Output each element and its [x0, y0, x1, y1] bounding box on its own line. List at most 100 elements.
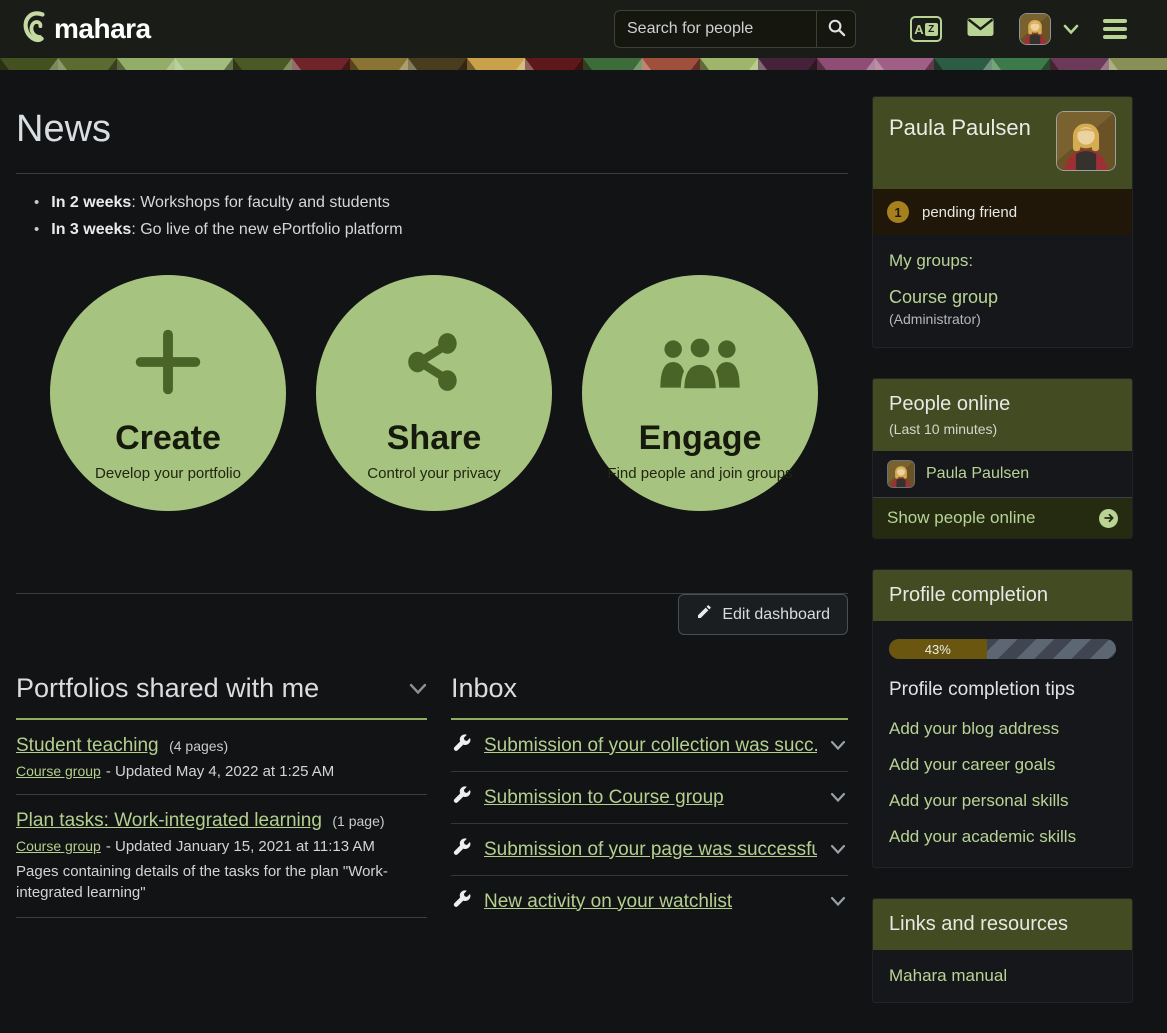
portfolio-page-count: (1 page) [332, 813, 384, 829]
inbox-block: Inbox Submission of your collection was … [451, 673, 848, 927]
wrench-icon [453, 838, 471, 861]
mahara-koru-icon [20, 6, 50, 53]
hamburger-icon [1103, 19, 1127, 23]
portfolios-chevron-down-icon[interactable] [409, 683, 427, 695]
news-divider [16, 173, 848, 174]
user-menu-avatar[interactable] [1019, 13, 1051, 45]
inbox-list-item: Submission of your page was successful [451, 824, 848, 876]
page-layout: News In 2 weeks: Workshops for faculty a… [0, 70, 1167, 1033]
top-navigation-bar: mahara A Z [0, 0, 1167, 58]
group-link[interactable]: Course group [889, 287, 1116, 308]
search-input[interactable] [614, 10, 816, 48]
messages-button[interactable] [966, 15, 995, 44]
mahara-logo[interactable]: mahara [20, 6, 151, 53]
my-groups-heading: My groups: [889, 251, 1116, 271]
pending-friend-row[interactable]: 1 pending friend [873, 189, 1132, 235]
portfolio-group-link[interactable]: Course group [16, 838, 101, 854]
tip-link-personal-skills[interactable]: Add your personal skills [889, 791, 1116, 811]
share-circle-button[interactable]: Share Control your privacy [316, 275, 552, 511]
translate-button[interactable]: A Z [910, 16, 942, 42]
portfolio-list-item: Plan tasks: Work-integrated learning (1 … [16, 795, 427, 918]
inbox-chevron-down-icon[interactable] [830, 844, 846, 855]
engage-label: Engage [582, 419, 818, 458]
news-item: In 3 weeks: Go live of the new ePortfoli… [34, 221, 848, 239]
strip-segment [1109, 58, 1167, 70]
edit-dashboard-button[interactable]: Edit dashboard [678, 594, 848, 635]
my-groups-section: My groups: Course group (Administrator) [873, 235, 1132, 347]
create-circle-button[interactable]: Create Develop your portfolio [50, 275, 286, 511]
plus-icon [50, 319, 286, 405]
search-icon [827, 18, 846, 40]
dashboard-toolbar: Edit dashboard [16, 593, 848, 635]
news-item: In 2 weeks: Workshops for faculty and st… [34, 194, 848, 212]
user-avatar-image [1020, 14, 1050, 44]
inbox-message-link[interactable]: Submission to Course group [484, 787, 817, 809]
profile-completion-card: Profile completion 43% Profile completio… [872, 569, 1133, 868]
portfolios-shared-title: Portfolios shared with me [16, 673, 319, 704]
inbox-message-link[interactable]: Submission of your collection was succ..… [484, 735, 817, 757]
portfolio-list-item: Student teaching (4 pages) Course group-… [16, 720, 427, 795]
portfolio-link[interactable]: Plan tasks: Work-integrated learning [16, 810, 322, 831]
pencil-icon [696, 604, 712, 625]
sidebar: Paula Paulsen 1 [872, 96, 1133, 1033]
online-person-link[interactable]: Paula Paulsen [926, 465, 1029, 483]
inbox-title: Inbox [451, 673, 517, 704]
share-label: Share [316, 419, 552, 458]
decorative-strip [0, 58, 1167, 70]
profile-completion-progressbar: 43% [889, 639, 1116, 659]
portfolio-updated: - Updated May 4, 2022 at 1:25 AM [106, 763, 334, 780]
wrench-icon [453, 890, 471, 913]
people-online-subtitle: (Last 10 minutes) [889, 421, 1116, 437]
edit-dashboard-label: Edit dashboard [722, 606, 830, 624]
progress-percent-label: 43% [925, 642, 951, 657]
share-sublabel: Control your privacy [316, 465, 552, 482]
inbox-message-link[interactable]: New activity on your watchlist [484, 891, 817, 913]
profile-completion-title: Profile completion [889, 584, 1116, 607]
arrow-right-icon [1099, 509, 1118, 528]
create-label: Create [50, 419, 286, 458]
profile-avatar[interactable] [1056, 111, 1116, 171]
people-online-header: People online (Last 10 minutes) [873, 379, 1132, 451]
page-title: News [16, 108, 848, 151]
profile-completion-header: Profile completion [873, 570, 1132, 621]
search-button[interactable] [816, 10, 856, 48]
inbox-list-item: New activity on your watchlist [451, 876, 848, 927]
inbox-chevron-down-icon[interactable] [830, 740, 846, 751]
news-list: In 2 weeks: Workshops for faculty and st… [34, 194, 848, 239]
online-person-avatar[interactable] [887, 460, 915, 488]
tip-link-blog-address[interactable]: Add your blog address [889, 719, 1116, 739]
portfolio-page-count: (4 pages) [169, 738, 228, 754]
show-people-online-button[interactable]: Show people online [873, 498, 1132, 538]
portfolio-link[interactable]: Student teaching [16, 735, 159, 756]
engage-sublabel: Find people and join groups [582, 465, 818, 482]
profile-completion-tips-heading: Profile completion tips [889, 679, 1116, 701]
users-icon [582, 319, 818, 405]
profile-card: Paula Paulsen 1 [872, 96, 1133, 348]
tip-link-academic-skills[interactable]: Add your academic skills [889, 827, 1116, 847]
inbox-list-item: Submission of your collection was succ..… [451, 720, 848, 772]
user-menu-chevron-down-icon[interactable] [1063, 24, 1079, 35]
main-menu-button[interactable] [1103, 19, 1127, 39]
engage-circle-button[interactable]: Engage Find people and join groups [582, 275, 818, 511]
inbox-chevron-down-icon[interactable] [830, 792, 846, 803]
wrench-icon [453, 786, 471, 809]
wrench-icon [453, 734, 471, 757]
profile-name: Paula Paulsen [889, 115, 1031, 141]
online-person-row: Paula Paulsen [873, 451, 1132, 498]
quicklink-circles: Create Develop your portfolio Share Cont… [50, 275, 848, 511]
group-role: (Administrator) [889, 311, 1116, 327]
main-content: News In 2 weeks: Workshops for faculty a… [16, 96, 848, 927]
envelope-icon [966, 15, 995, 44]
mahara-manual-link[interactable]: Mahara manual [889, 966, 1116, 986]
show-people-online-label: Show people online [887, 508, 1035, 528]
portfolio-group-link[interactable]: Course group [16, 763, 101, 779]
tip-link-career-goals[interactable]: Add your career goals [889, 755, 1116, 775]
translate-icon: A [914, 22, 923, 37]
links-resources-header: Links and resources [873, 899, 1132, 950]
search-form [614, 10, 856, 48]
portfolio-description: Pages containing details of the tasks fo… [16, 861, 427, 903]
inbox-list-item: Submission to Course group [451, 772, 848, 824]
profile-card-header: Paula Paulsen [873, 97, 1132, 189]
inbox-message-link[interactable]: Submission of your page was successful [484, 839, 817, 861]
people-online-title: People online [889, 393, 1116, 416]
